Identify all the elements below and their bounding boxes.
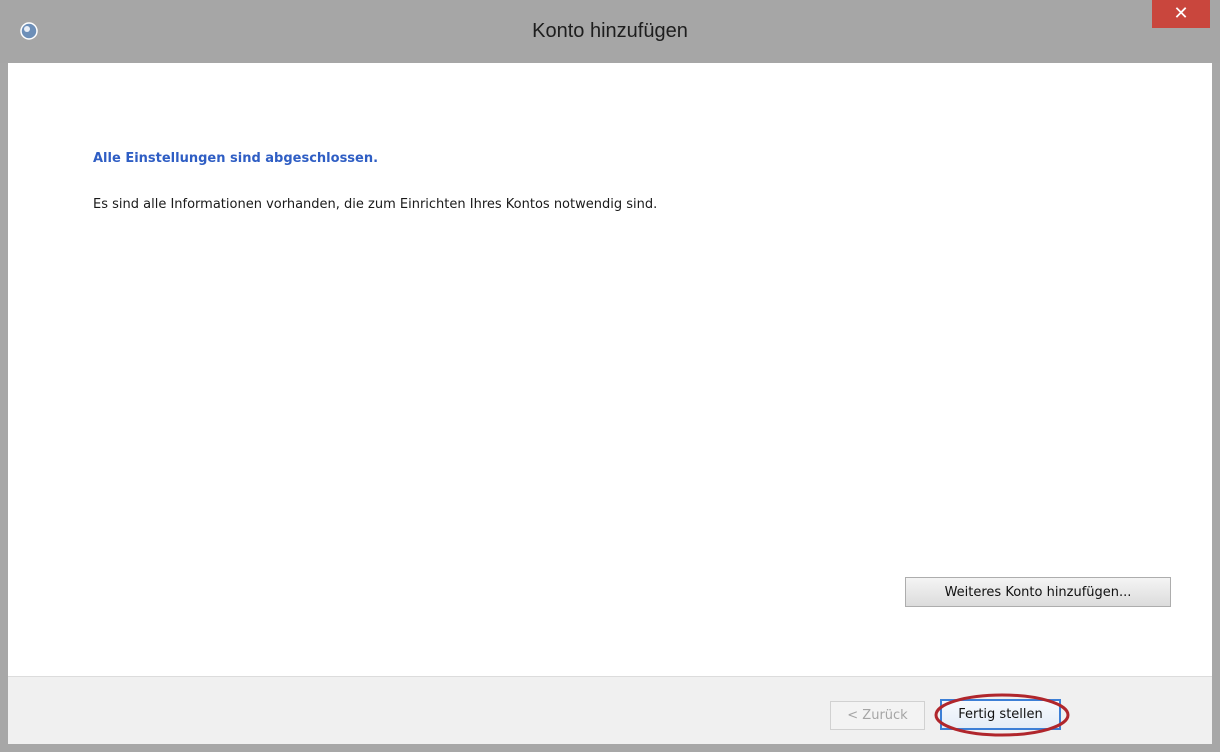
close-button[interactable]: ✕ bbox=[1152, 0, 1210, 28]
dialog-window: Konto hinzufügen ✕ Alle Einstellungen si… bbox=[0, 0, 1220, 752]
button-footer: < Zurück Fertig stellen bbox=[8, 677, 1212, 744]
status-heading: Alle Einstellungen sind abgeschlossen. bbox=[93, 151, 379, 166]
back-button[interactable]: < Zurück bbox=[830, 701, 925, 730]
close-icon: ✕ bbox=[1173, 3, 1189, 24]
status-message: Es sind alle Informationen vorhanden, di… bbox=[93, 197, 658, 212]
title-bar[interactable]: Konto hinzufügen ✕ bbox=[0, 0, 1220, 63]
dialog-content: Alle Einstellungen sind abgeschlossen. E… bbox=[8, 63, 1212, 744]
add-another-account-button[interactable]: Weiteres Konto hinzufügen... bbox=[905, 577, 1171, 607]
window-title: Konto hinzufügen bbox=[532, 20, 688, 42]
finish-button[interactable]: Fertig stellen bbox=[940, 699, 1061, 730]
